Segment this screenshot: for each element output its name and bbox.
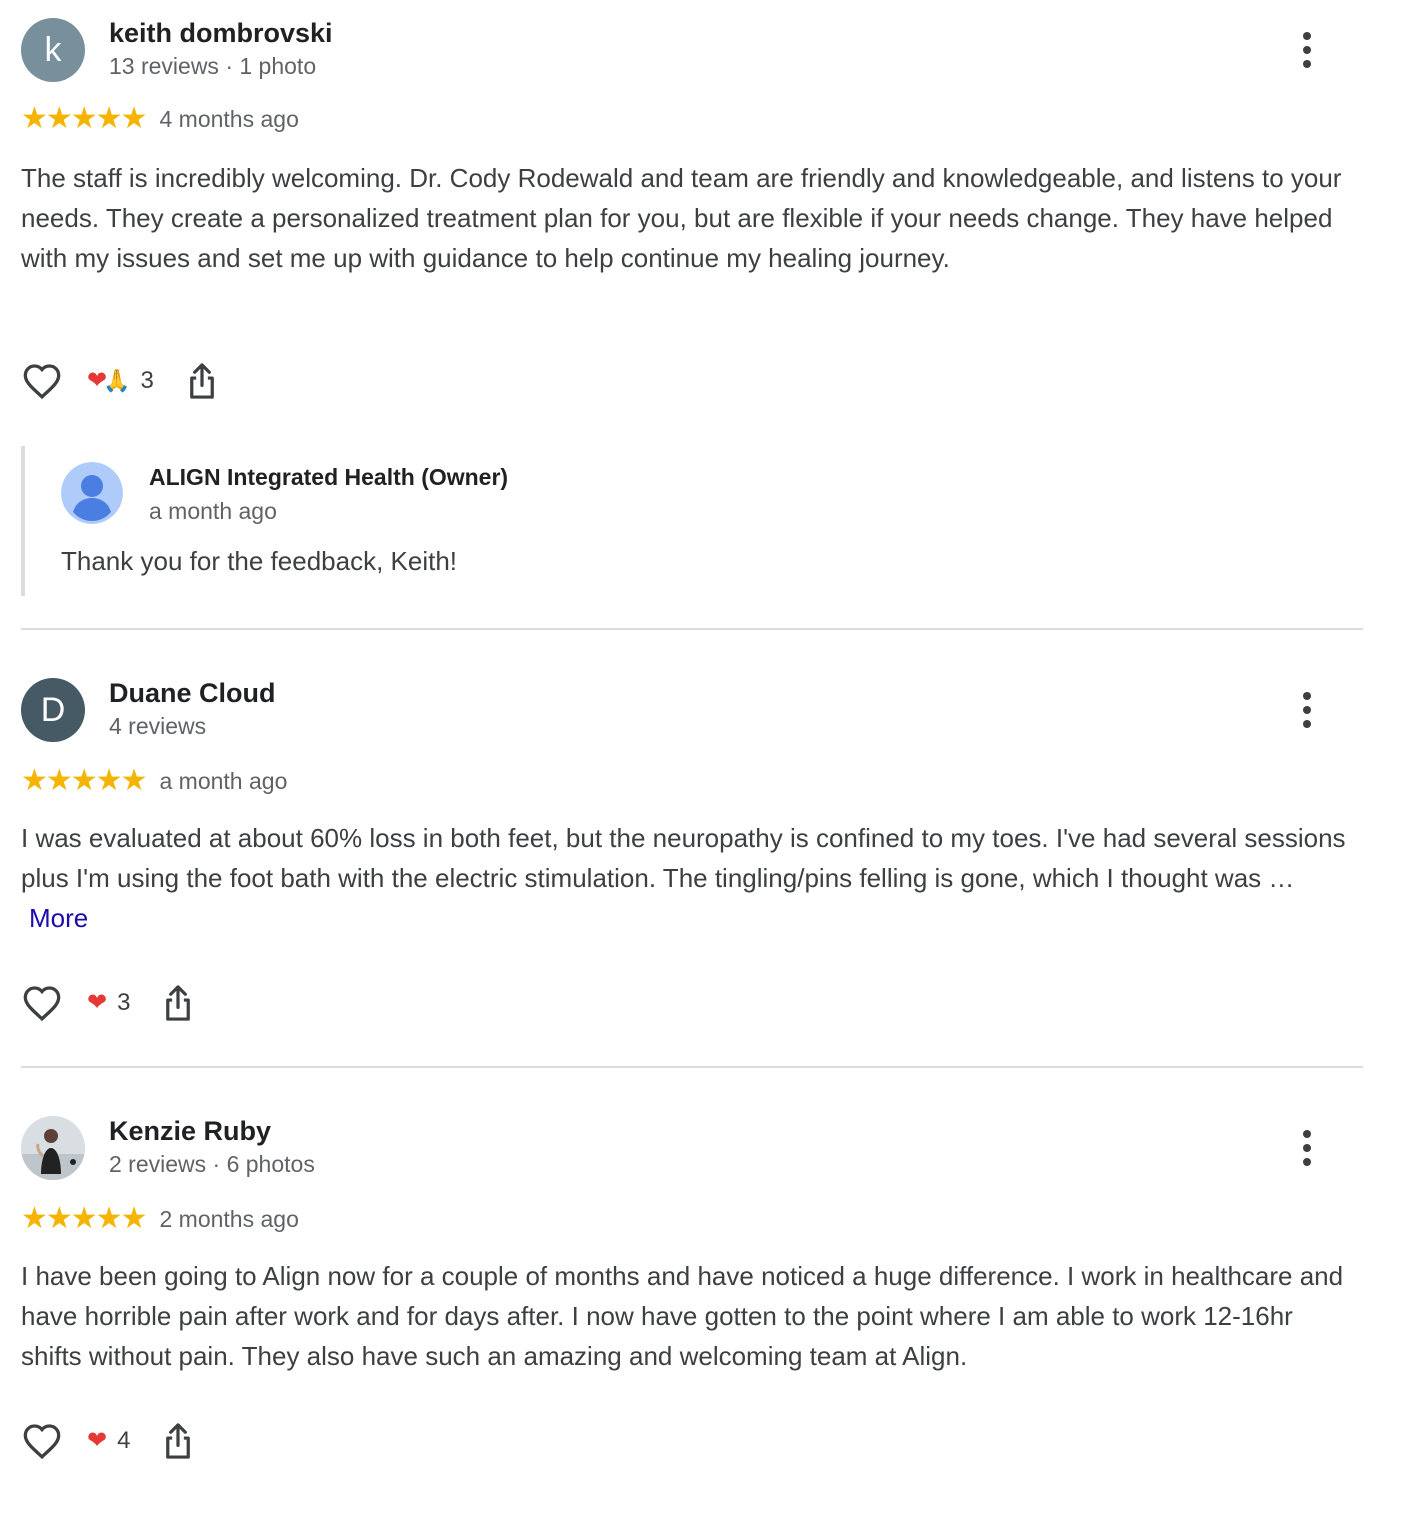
dot-icon bbox=[1303, 1144, 1311, 1152]
like-button[interactable] bbox=[21, 360, 63, 402]
more-options-button[interactable] bbox=[1291, 686, 1323, 734]
dot-icon bbox=[1303, 692, 1311, 700]
rating-row: ★★★★★ a month ago bbox=[21, 766, 287, 796]
review-text-container: I was evaluated at about 60% loss in bot… bbox=[21, 818, 1351, 938]
share-icon bbox=[166, 985, 191, 1021]
review-card: k keith dombrovski 13 reviews · 1 photo … bbox=[21, 18, 1363, 618]
share-button[interactable] bbox=[160, 1420, 196, 1462]
reaction-count: 4 bbox=[117, 1427, 131, 1454]
like-button[interactable] bbox=[21, 1420, 63, 1462]
more-options-button[interactable] bbox=[1291, 1124, 1323, 1172]
profile-photo-icon bbox=[21, 1116, 85, 1180]
more-link[interactable]: More bbox=[29, 903, 88, 933]
divider bbox=[21, 1066, 1363, 1068]
dot-icon bbox=[1303, 1158, 1311, 1166]
owner-avatar[interactable] bbox=[61, 462, 123, 524]
dot-icon bbox=[1303, 706, 1311, 714]
review-actions: ❤ 4 bbox=[21, 1419, 196, 1463]
share-icon bbox=[190, 363, 214, 399]
author-name[interactable]: keith dombrovski bbox=[109, 18, 333, 49]
star-rating: ★★★★★ bbox=[21, 764, 147, 797]
owner-name: ALIGN Integrated Health (Owner) bbox=[149, 464, 509, 490]
author-name[interactable]: Kenzie Ruby bbox=[109, 1116, 271, 1147]
owner-reply-text: Thank you for the feedback, Keith! bbox=[61, 546, 458, 576]
review-actions: ❤ 🙏 3 bbox=[21, 359, 220, 403]
reaction-count: 3 bbox=[117, 989, 131, 1016]
avatar[interactable]: k bbox=[21, 18, 85, 82]
author-meta[interactable]: 2 reviews · 6 photos bbox=[109, 1151, 315, 1178]
like-button[interactable] bbox=[21, 982, 63, 1024]
person-icon bbox=[61, 462, 123, 524]
rating-row: ★★★★★ 2 months ago bbox=[21, 1204, 299, 1234]
avatar-letter: k bbox=[44, 30, 62, 69]
reactions-summary[interactable]: ❤ 4 bbox=[87, 1427, 130, 1455]
heart-emoji: ❤ bbox=[87, 1427, 108, 1454]
review-date: a month ago bbox=[159, 767, 288, 794]
dot-icon bbox=[1303, 32, 1311, 40]
dot-icon bbox=[1303, 720, 1311, 728]
dot-icon bbox=[1303, 60, 1311, 68]
more-options-button[interactable] bbox=[1291, 26, 1323, 74]
heart-outline-icon bbox=[23, 364, 61, 400]
review-actions: ❤ 3 bbox=[21, 981, 196, 1025]
author-meta[interactable]: 4 reviews bbox=[109, 713, 206, 740]
divider bbox=[21, 628, 1363, 630]
star-rating: ★★★★★ bbox=[21, 102, 147, 135]
avatar-photo[interactable] bbox=[21, 1116, 85, 1180]
reaction-count: 3 bbox=[140, 367, 154, 394]
avatar[interactable]: D bbox=[21, 678, 85, 742]
review-date: 2 months ago bbox=[159, 1205, 299, 1232]
review-text: I have been going to Align now for a cou… bbox=[21, 1261, 1344, 1371]
heart-outline-icon bbox=[23, 1424, 61, 1460]
review-text: The staff is incredibly welcoming. Dr. C… bbox=[21, 163, 1342, 273]
share-button[interactable] bbox=[184, 360, 220, 402]
reactions-summary[interactable]: ❤ 🙏 3 bbox=[87, 367, 154, 395]
dot-icon bbox=[1303, 1130, 1311, 1138]
dot-icon bbox=[1303, 46, 1311, 54]
reactions-summary[interactable]: ❤ 3 bbox=[87, 989, 130, 1017]
avatar-letter: D bbox=[40, 690, 66, 729]
review-text: I was evaluated at about 60% loss in bot… bbox=[21, 823, 1346, 893]
heart-outline-icon bbox=[23, 986, 61, 1022]
owner-reply-date: a month ago bbox=[149, 498, 277, 524]
pray-emoji: 🙏 bbox=[103, 368, 131, 393]
owner-reply: ALIGN Integrated Health (Owner) a month … bbox=[21, 446, 1345, 596]
share-icon bbox=[166, 1423, 191, 1459]
star-rating: ★★★★★ bbox=[21, 1202, 147, 1235]
rating-row: ★★★★★ 4 months ago bbox=[21, 104, 299, 134]
review-card: D Duane Cloud 4 reviews ★★★★★ a month ag… bbox=[21, 678, 1363, 1038]
review-card: Kenzie Ruby 2 reviews · 6 photos ★★★★★ 2… bbox=[21, 1116, 1363, 1516]
review-date: 4 months ago bbox=[159, 105, 299, 132]
author-name[interactable]: Duane Cloud bbox=[109, 678, 276, 709]
author-meta[interactable]: 13 reviews · 1 photo bbox=[109, 53, 316, 80]
heart-emoji: ❤ bbox=[87, 989, 108, 1016]
share-button[interactable] bbox=[160, 982, 196, 1024]
